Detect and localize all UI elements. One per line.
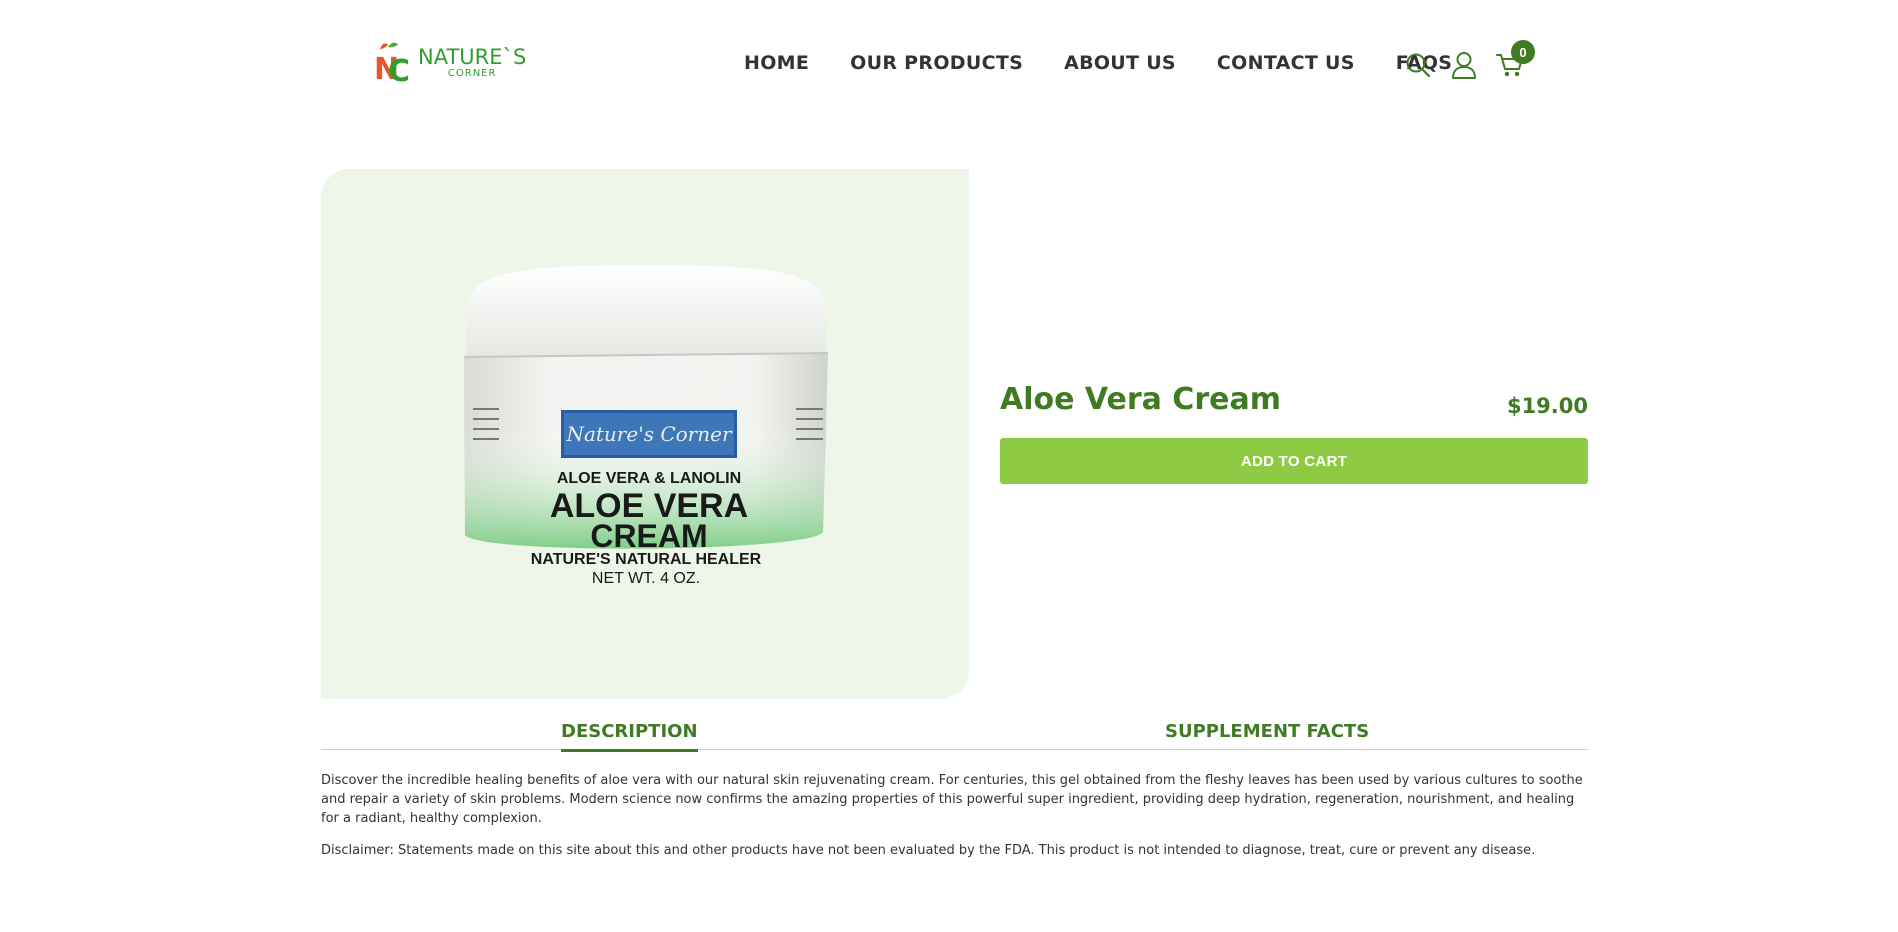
cart-icon[interactable]: 0: [1493, 40, 1535, 82]
jar-brand-label: Nature's Corner: [565, 422, 732, 446]
jar-line1: ALOE VERA & LANOLIN: [557, 470, 741, 487]
logo-mark-icon: N C: [372, 39, 416, 89]
main-nav: HOME OUR PRODUCTS ABOUT US CONTACT US FA…: [744, 52, 1452, 74]
jar-line5: NET WT. 4 OZ.: [591, 570, 701, 587]
svg-text:C: C: [388, 54, 410, 87]
header-icons: 0: [1401, 40, 1539, 82]
jar-line4: NATURE'S NATURAL HEALER: [530, 551, 762, 568]
site-header: N C NATURE`S CORNER HOME OUR PRODUCTS AB…: [0, 0, 1898, 130]
product-price: $19.00: [1506, 394, 1588, 418]
jar-lower-text: NATURE'S NATURAL HEALER NET WT. 4 OZ.: [461, 551, 831, 588]
user-icon[interactable]: [1447, 48, 1481, 82]
nav-our-products[interactable]: OUR PRODUCTS: [850, 52, 1023, 74]
cart-count-badge: 0: [1511, 40, 1535, 64]
description-panel: Discover the incredible healing benefits…: [321, 771, 1588, 873]
logo-sub: CORNER: [447, 68, 497, 79]
logo-name: NATURE`S: [418, 45, 527, 69]
nav-contact-us[interactable]: CONTACT US: [1217, 52, 1355, 74]
disclaimer-text: Disclaimer: Statements made on this site…: [321, 843, 1536, 858]
search-icon[interactable]: [1401, 48, 1435, 82]
nav-home[interactable]: HOME: [744, 52, 809, 74]
product-tabs: DESCRIPTION SUPPLEMENT FACTS: [321, 718, 1588, 752]
description-text: Discover the incredible healing benefits…: [321, 773, 1583, 826]
tab-supplement-facts[interactable]: SUPPLEMENT FACTS: [1165, 721, 1369, 749]
site-logo[interactable]: N C NATURE`S CORNER: [372, 38, 526, 89]
tab-description[interactable]: DESCRIPTION: [561, 721, 698, 752]
jar-line3: CREAM: [590, 518, 707, 554]
logo-text: NATURE`S CORNER: [418, 47, 526, 79]
aloe-cream-jar-image: Nature's Corner ALOE VERA & LANOLIN ALOE…: [463, 265, 829, 554]
nav-about-us[interactable]: ABOUT US: [1064, 52, 1176, 74]
add-to-cart-button[interactable]: ADD TO CART: [1000, 438, 1588, 484]
product-image: Nature's Corner ALOE VERA & LANOLIN ALOE…: [321, 169, 969, 699]
product-title: Aloe Vera Cream: [1000, 382, 1281, 417]
